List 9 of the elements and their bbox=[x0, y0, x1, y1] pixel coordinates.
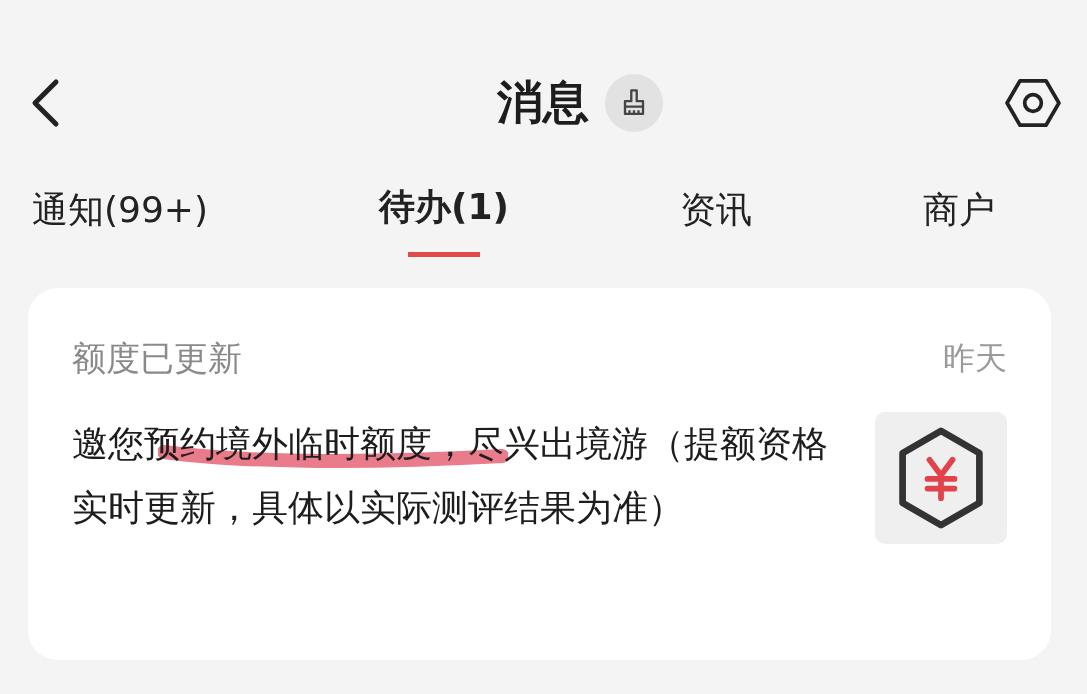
yuan-icon bbox=[875, 412, 1007, 544]
tab[interactable]: 商户 bbox=[923, 172, 995, 262]
page-title: 消息 bbox=[496, 74, 589, 131]
tab[interactable]: 资讯 bbox=[680, 172, 752, 262]
message-time: 昨天 bbox=[943, 338, 1007, 379]
tab[interactable]: 通知(99+) bbox=[32, 172, 209, 262]
settings-icon[interactable] bbox=[1005, 78, 1061, 128]
back-icon[interactable] bbox=[30, 78, 60, 128]
message-title: 额度已更新 bbox=[72, 337, 242, 380]
